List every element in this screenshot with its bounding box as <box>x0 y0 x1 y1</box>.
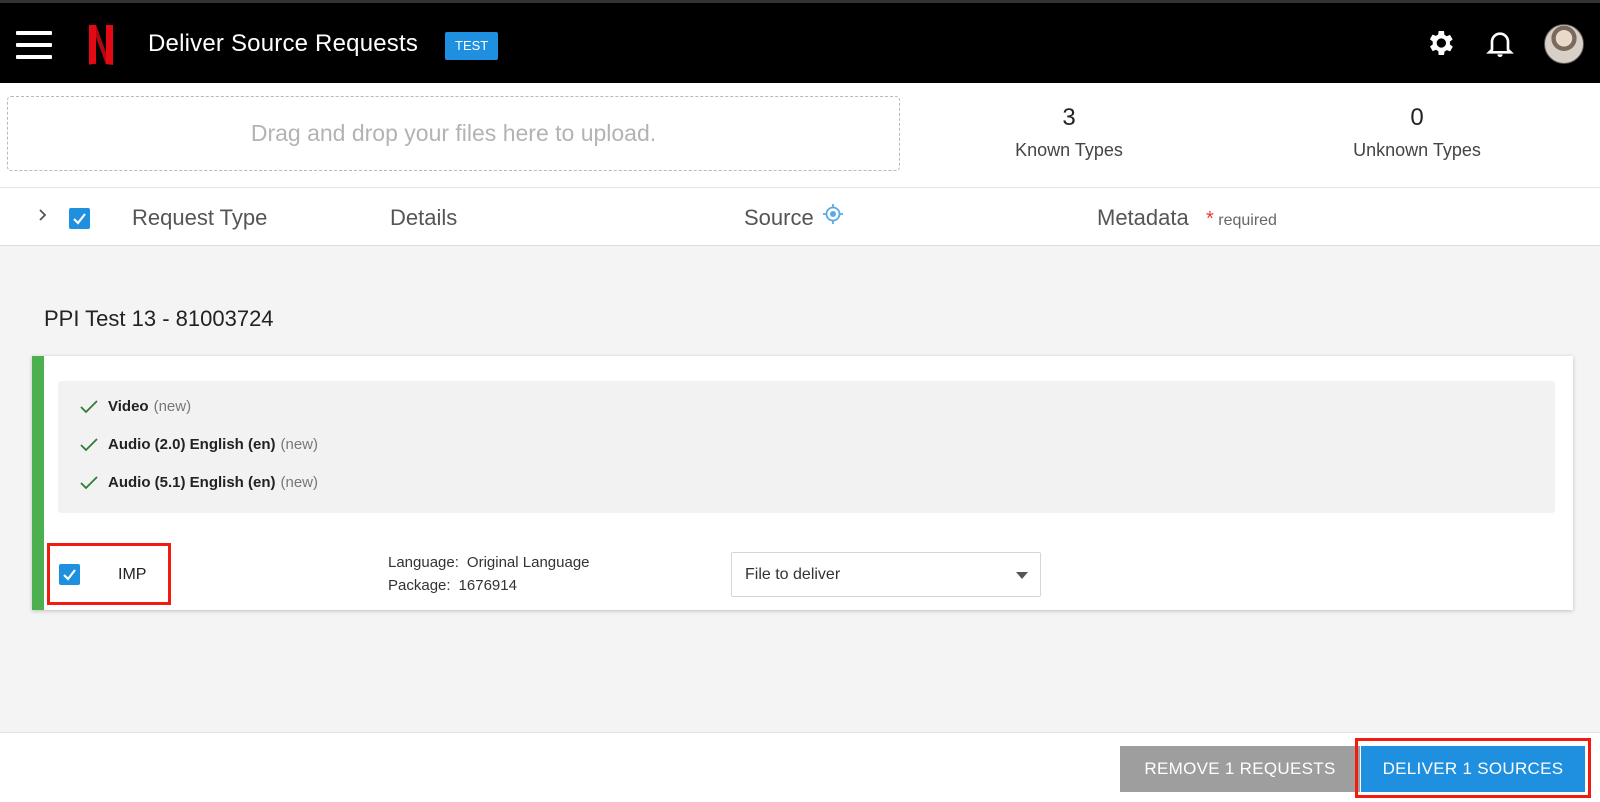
target-icon[interactable] <box>822 203 844 225</box>
type-name: Video <box>108 398 149 415</box>
caret-down-icon <box>1016 572 1028 579</box>
content-area: PPI Test 13 - 81003724 Video (new) Audio… <box>0 246 1600 732</box>
known-types-stat: 3 Known Types <box>969 104 1169 161</box>
language-value: Original Language <box>466 554 590 571</box>
column-metadata[interactable]: Metadata <box>1097 205 1189 231</box>
detail-language: Language: Original Language <box>388 554 590 571</box>
type-name: Audio (5.1) English (en) <box>108 474 276 491</box>
check-icon <box>80 475 98 489</box>
column-request-type[interactable]: Request Type <box>132 205 267 231</box>
detail-package: Package: 1676914 <box>388 577 517 594</box>
column-source[interactable]: Source <box>744 205 814 231</box>
upload-placeholder: Drag and drop your files here to upload. <box>250 120 657 146</box>
netflix-logo[interactable] <box>86 23 116 67</box>
app-title: Deliver Source Requests <box>148 30 419 57</box>
required-label: required <box>1218 212 1277 229</box>
select-all-checkbox[interactable] <box>69 208 90 229</box>
upload-dropzone[interactable]: Drag and drop your files here to upload. <box>7 96 900 171</box>
gear-icon[interactable] <box>1424 27 1456 59</box>
required-legend: * required <box>1206 208 1277 231</box>
required-star: * <box>1206 208 1214 230</box>
package-value: 1676914 <box>458 577 517 594</box>
known-types-label: Known Types <box>1015 140 1123 160</box>
list-item: Video (new) <box>80 398 191 415</box>
type-note: (new) <box>280 474 319 491</box>
table-header: Request Type Details Source Metadata * r… <box>0 187 1600 246</box>
chevron-right-icon[interactable] <box>36 208 50 222</box>
unknown-types-label: Unknown Types <box>1353 140 1481 160</box>
remove-requests-button[interactable]: REMOVE 1 REQUESTS <box>1120 746 1360 792</box>
avatar[interactable] <box>1544 24 1584 64</box>
unknown-types-count: 0 <box>1410 104 1424 131</box>
request-checkbox[interactable] <box>59 564 80 585</box>
known-types-list: Video (new) Audio (2.0) English (en) (ne… <box>58 381 1555 513</box>
page: Deliver Source Requests TEST Drag and dr… <box>0 0 1600 802</box>
type-note: (new) <box>153 398 192 415</box>
package-label: Package: <box>388 577 451 594</box>
file-to-deliver-select[interactable]: File to deliver <box>731 552 1041 597</box>
language-label: Language: <box>388 554 459 571</box>
env-badge: TEST <box>445 32 499 60</box>
request-type: IMP <box>118 566 147 583</box>
file-select-placeholder: File to deliver <box>745 566 841 583</box>
footer: REMOVE 1 REQUESTS DELIVER 1 SOURCES <box>0 732 1600 802</box>
request-card: Video (new) Audio (2.0) English (en) (ne… <box>32 356 1573 610</box>
list-item: Audio (5.1) English (en) (new) <box>80 474 318 491</box>
type-note: (new) <box>280 436 319 453</box>
list-item: Audio (2.0) English (en) (new) <box>80 436 318 453</box>
group-title: PPI Test 13 - 81003724 <box>44 306 274 331</box>
bell-icon[interactable] <box>1484 27 1516 59</box>
check-icon <box>80 437 98 451</box>
top-bar: Deliver Source Requests TEST <box>0 0 1600 83</box>
known-types-count: 3 <box>1062 104 1076 131</box>
unknown-types-stat: 0 Unknown Types <box>1317 104 1517 161</box>
menu-icon[interactable] <box>16 31 52 59</box>
check-icon <box>80 399 98 413</box>
column-details[interactable]: Details <box>390 205 457 231</box>
deliver-sources-button[interactable]: DELIVER 1 SOURCES <box>1361 746 1585 792</box>
type-name: Audio (2.0) English (en) <box>108 436 276 453</box>
